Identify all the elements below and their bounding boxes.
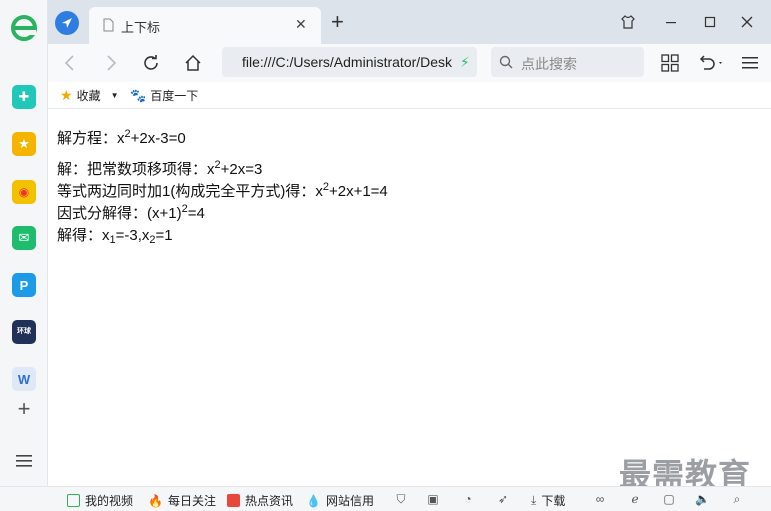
address-text[interactable]: file:///C:/Users/Administrator/Desktop/ [242,54,452,70]
volume-icon[interactable]: 🔈 [695,492,710,506]
site-trust-button[interactable]: 💧 网站信用 [306,492,374,509]
tab-active[interactable]: 上下标 ✕ [89,7,321,44]
sidebar-word-icon[interactable]: W [12,367,36,391]
sidebar-add-icon[interactable]: + [14,398,34,420]
sidebar-mail-icon[interactable]: ✉ [12,226,36,250]
text: +2x=3 [220,161,263,178]
chevron-down-icon: ▼ [110,91,119,100]
search-icon [499,55,513,69]
browser-logo-icon [11,15,37,41]
text: 解得：x [57,227,110,244]
drop-icon: 💧 [306,493,321,508]
step-line: 解：把常数项移项得：x2+2x=3 [57,159,388,181]
favorites-menu[interactable]: ★ 收藏 ▼ [60,87,119,104]
sidebar-health-icon[interactable]: ✚ [12,85,36,109]
undo-dropdown-icon[interactable] [695,52,727,74]
news-icon [227,494,240,507]
video-play-icon [67,494,80,507]
my-video-button[interactable]: 我的视频 [67,492,133,509]
text: =4 [187,205,205,222]
sidebar-global-net-icon[interactable]: 环球 [12,320,36,344]
shield-icon[interactable]: ⛉ [394,492,408,506]
forward-icon[interactable] [100,52,122,74]
sidebar: ✚ ★ ◉ ✉ P 环球 W + [0,0,48,486]
window-icon[interactable]: ▢ [662,492,676,506]
download-icon: ⤓ [531,493,537,507]
page-icon [103,18,114,32]
tab-bar: 上下标 ✕ + [48,0,771,44]
daily-follow-button[interactable]: 🔥 每日关注 [148,492,216,509]
close-window-icon[interactable] [737,12,757,32]
bookmarks-bar: ★ 收藏 ▼ 🐾 百度一下 [48,82,771,109]
favorites-label: 收藏 [76,89,101,103]
accelerate-icon[interactable]: ◔ [461,492,475,506]
tab-title: 上下标 [121,20,161,35]
answer-line: 解得：x1=-3,x2=1 [57,225,388,247]
refresh-icon[interactable] [140,52,162,74]
skin-icon[interactable] [618,12,638,32]
apps-grid-icon[interactable] [659,52,681,74]
maximize-icon[interactable] [700,12,720,32]
flame-icon: 🔥 [148,493,163,508]
daily-follow-label: 每日关注 [167,494,216,508]
text: =-3,x [115,227,150,244]
text: 解：把常数项移项得：x [57,161,215,178]
toolbar: file:///C:/Users/Administrator/Desktop/ … [48,44,771,82]
navigation-icon[interactable] [55,11,79,35]
download-label: 下载 [541,494,566,508]
text: 等式两边同时加1(构成完全平方式)得：x [57,183,323,200]
zoom-icon[interactable]: ⌕ [730,492,744,506]
home-icon[interactable] [182,52,204,74]
ie-icon[interactable]: ℯ [628,492,642,506]
sidebar-favorites-icon[interactable]: ★ [12,132,36,156]
lightning-icon[interactable]: ⚡ [460,54,470,71]
new-tab-icon[interactable]: + [331,11,344,33]
text: 解方程：x [57,130,125,147]
rocket-icon[interactable]: ➶ [496,492,510,506]
download-button[interactable]: ⤓ 下载 [531,492,565,509]
site-trust-label: 网站信用 [325,494,374,508]
menu-icon[interactable] [739,52,761,74]
search-box[interactable]: 点此搜索 [491,47,644,77]
page-content: 解方程：x2+2x-3=0 解：把常数项移项得：x2+2x=3 等式两边同时加1… [57,128,388,247]
tab-close-icon[interactable]: ✕ [295,16,307,33]
hot-news-button[interactable]: 热点资讯 [227,492,293,509]
equation-line: 解方程：x2+2x-3=0 [57,128,388,150]
sidebar-menu-icon[interactable] [16,455,32,467]
text: +2x+1=4 [328,183,388,200]
my-video-label: 我的视频 [85,494,134,508]
image-icon[interactable]: ▣ [426,492,440,506]
bookmark-baidu[interactable]: 🐾 百度一下 [130,87,198,104]
status-bar: 我的视频 🔥 每日关注 热点资讯 💧 网站信用 ⛉ ▣ ◔ ➶ ⤓ 下载 ∞ ℯ… [0,486,771,511]
star-icon: ★ [60,87,73,103]
text: +2x-3=0 [130,130,186,147]
glasses-icon[interactable]: ∞ [593,492,607,506]
sidebar-pdf-icon[interactable]: P [12,273,36,297]
sidebar-weibo-icon[interactable]: ◉ [12,180,36,204]
step-line: 因式分解得：(x+1)2=4 [57,203,388,225]
baidu-paw-icon: 🐾 [130,87,147,103]
search-input[interactable]: 点此搜索 [521,54,577,74]
address-bar[interactable]: file:///C:/Users/Administrator/Desktop/ … [222,47,477,77]
back-icon[interactable] [59,52,81,74]
text: 因式分解得：(x+1) [57,205,182,222]
baidu-label: 百度一下 [150,89,199,103]
hot-news-label: 热点资讯 [245,494,294,508]
text: =1 [155,227,173,244]
minimize-icon[interactable] [661,12,681,32]
step-line: 等式两边同时加1(构成完全平方式)得：x2+2x+1=4 [57,181,388,203]
